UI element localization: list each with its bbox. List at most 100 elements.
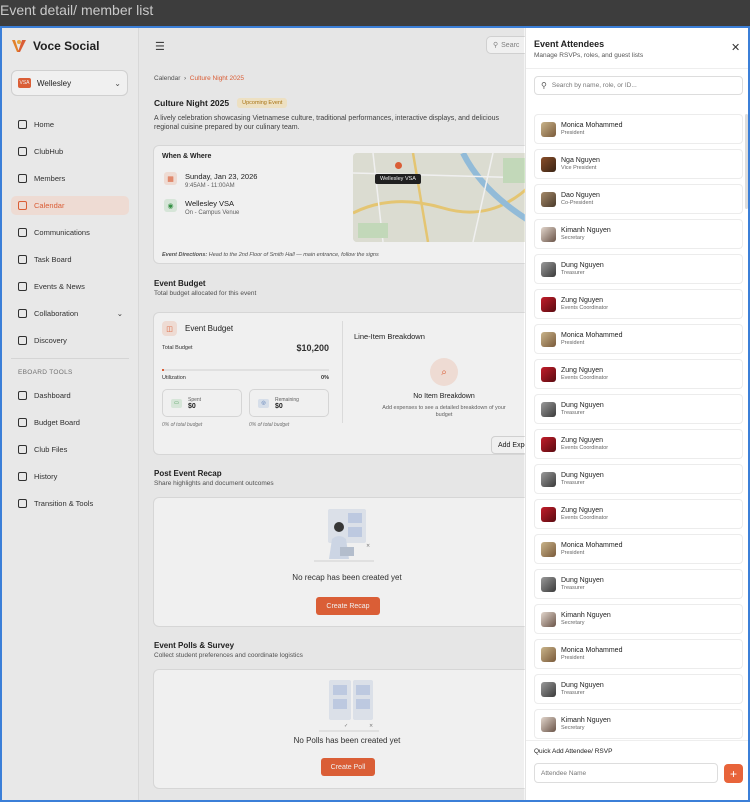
sidebar-item-dashboard[interactable]: Dashboard	[11, 386, 129, 405]
sidebar-item-discovery[interactable]: Discovery	[11, 331, 129, 350]
sidebar-item-task-board[interactable]: Task Board	[11, 250, 129, 269]
polls-section-title: Event Polls & Survey	[154, 641, 235, 650]
search-icon	[18, 336, 27, 345]
sidebar-item-label: Dashboard	[34, 391, 71, 400]
list-item[interactable]: Dung Nguyen Treasurer	[534, 254, 743, 284]
list-item[interactable]: Monica Mohammed President	[534, 639, 743, 669]
avatar	[541, 296, 556, 312]
list-item[interactable]: Kimanh Nguyen Secretary	[534, 709, 743, 739]
remaining-box: ◎ Remaining $0	[249, 389, 329, 417]
empty-recap-illustration: ×	[314, 509, 374, 562]
avatar	[541, 646, 556, 662]
budget-card-header: ◫ Event Budget	[162, 321, 233, 336]
logo[interactable]: Voce Social	[11, 36, 99, 56]
budget-card-title: Event Budget	[185, 324, 234, 333]
club-selector[interactable]: VSA Wellesley ⌄	[11, 70, 128, 96]
list-item[interactable]: Nga Nguyen Vice President	[534, 149, 743, 179]
clubhub-icon	[18, 147, 27, 156]
svg-text:✓: ✓	[344, 723, 348, 729]
sidebar-item-members[interactable]: Members	[11, 169, 129, 188]
document-icon	[18, 499, 27, 508]
attendee-name: Zung Nguyen	[561, 367, 604, 374]
event-header: Culture Night 2025 Upcoming Event	[154, 98, 288, 108]
sidebar-item-label: Transition & Tools	[34, 499, 94, 508]
recap-section-sub: Share highlights and document outcomes	[154, 480, 274, 487]
avatar	[541, 506, 556, 522]
attendee-list[interactable]: Monica Mohammed President Nga Nguyen Vice P…	[534, 114, 743, 740]
sidebar-section-title: EBOARD TOOLS	[18, 369, 73, 376]
sidebar-item-communications[interactable]: Communications	[11, 223, 129, 242]
avatar	[541, 681, 556, 697]
list-item[interactable]: Zung Nguyen Events Coordinator	[534, 499, 743, 529]
sidebar-item-budget-board[interactable]: Budget Board	[11, 413, 129, 432]
attendee-search[interactable]: ⚲	[534, 76, 743, 95]
list-item[interactable]: Monica Mohammed President	[534, 114, 743, 144]
event-map[interactable]: Wellesley VSA	[353, 153, 533, 242]
attendee-name: Monica Mohammed	[561, 332, 623, 339]
utilization-label: Utilization	[162, 375, 186, 381]
attendee-role: Secretary	[561, 725, 585, 731]
sidebar-item-events-news[interactable]: Events & News	[11, 277, 129, 296]
home-icon	[18, 120, 27, 129]
attendee-role: Vice President	[561, 165, 597, 171]
drawer-subtitle: Manage RSVPs, roles, and guest lists	[534, 52, 644, 59]
sidebar: Voce Social VSA Wellesley ⌄ Home ClubHub M…	[2, 28, 139, 800]
attendee-name: Nga Nguyen	[561, 157, 600, 164]
attendee-name-input[interactable]	[534, 763, 718, 783]
list-item[interactable]: Zung Nguyen Events Coordinator	[534, 429, 743, 459]
sidebar-item-home[interactable]: Home	[11, 115, 129, 134]
sidebar-item-label: Discovery	[34, 336, 67, 345]
scrollbar[interactable]	[745, 114, 748, 209]
sidebar-item-collaboration[interactable]: Collaboration ⌄	[11, 304, 129, 323]
polls-empty-text: No Polls has been created yet	[293, 736, 401, 745]
cash-icon: ▭	[171, 398, 182, 408]
list-item[interactable]: Kimanh Nguyen Secretary	[534, 219, 743, 249]
spent-note: 0% of total budget	[162, 422, 203, 428]
attendee-role: Events Coordinator	[561, 375, 609, 381]
close-icon[interactable]: ✕	[731, 41, 740, 54]
attendee-role: Secretary	[561, 235, 585, 241]
menu-icon[interactable]: ☰	[155, 40, 165, 53]
sidebar-item-clubhub[interactable]: ClubHub	[11, 142, 129, 161]
list-item[interactable]: Monica Mohammed President	[534, 324, 743, 354]
attendee-role: Treasurer	[561, 410, 585, 416]
chevron-down-icon[interactable]: ⌄	[117, 309, 123, 318]
empty-polls-illustration: ✓ ×	[319, 680, 379, 732]
list-item[interactable]: Zung Nguyen Events Coordinator	[534, 289, 743, 319]
svg-text:×: ×	[366, 543, 370, 549]
attendee-name: Dung Nguyen	[561, 262, 604, 269]
list-item[interactable]: Kimanh Nguyen Secretary	[534, 604, 743, 634]
list-item[interactable]: Dung Nguyen Treasurer	[534, 394, 743, 424]
avatar	[541, 156, 556, 172]
event-date: Sunday, Jan 23, 2026	[185, 172, 258, 181]
sidebar-item-label: Communications	[34, 228, 90, 237]
list-item[interactable]: Dung Nguyen Treasurer	[534, 464, 743, 494]
sidebar-item-club-files[interactable]: Club Files	[11, 440, 129, 459]
list-item[interactable]: Dung Nguyen Treasurer	[534, 569, 743, 599]
avatar	[541, 611, 556, 627]
sidebar-item-label: History	[34, 472, 58, 481]
when-where-card: When & Where ▦ Sunday, Jan 23, 2026 9:45…	[153, 145, 539, 264]
attendee-name: Kimanh Nguyen	[561, 717, 611, 724]
total-budget-row: Total Budget $10,200	[162, 343, 329, 353]
total-budget-value: $10,200	[296, 343, 329, 353]
event-venue: Wellesley VSA	[185, 199, 235, 208]
list-item[interactable]: Dung Nguyen Treasurer	[534, 674, 743, 704]
create-poll-button[interactable]: Create Poll	[321, 758, 375, 776]
attendee-role: President	[561, 550, 585, 556]
recap-section-title: Post Event Recap	[154, 469, 222, 478]
sidebar-item-history[interactable]: History	[11, 467, 129, 486]
list-item[interactable]: Dao Nguyen Co-President	[534, 184, 743, 214]
avatar	[541, 436, 556, 452]
attendee-search-input[interactable]	[551, 82, 732, 89]
sidebar-item-transition-tools[interactable]: Transition & Tools	[11, 494, 129, 513]
create-recap-button[interactable]: Create Recap	[316, 597, 380, 615]
add-attendee-button[interactable]: +	[724, 764, 743, 783]
list-item[interactable]: Zung Nguyen Events Coordinator	[534, 359, 743, 389]
attendee-name: Monica Mohammed	[561, 647, 623, 654]
list-item[interactable]: Monica Mohammed President	[534, 534, 743, 564]
sidebar-item-calendar[interactable]: Calendar	[11, 196, 129, 215]
attendee-name: Dao Nguyen	[561, 192, 600, 199]
club-badge: VSA	[18, 78, 31, 88]
breadcrumb-parent[interactable]: Calendar	[154, 75, 180, 82]
